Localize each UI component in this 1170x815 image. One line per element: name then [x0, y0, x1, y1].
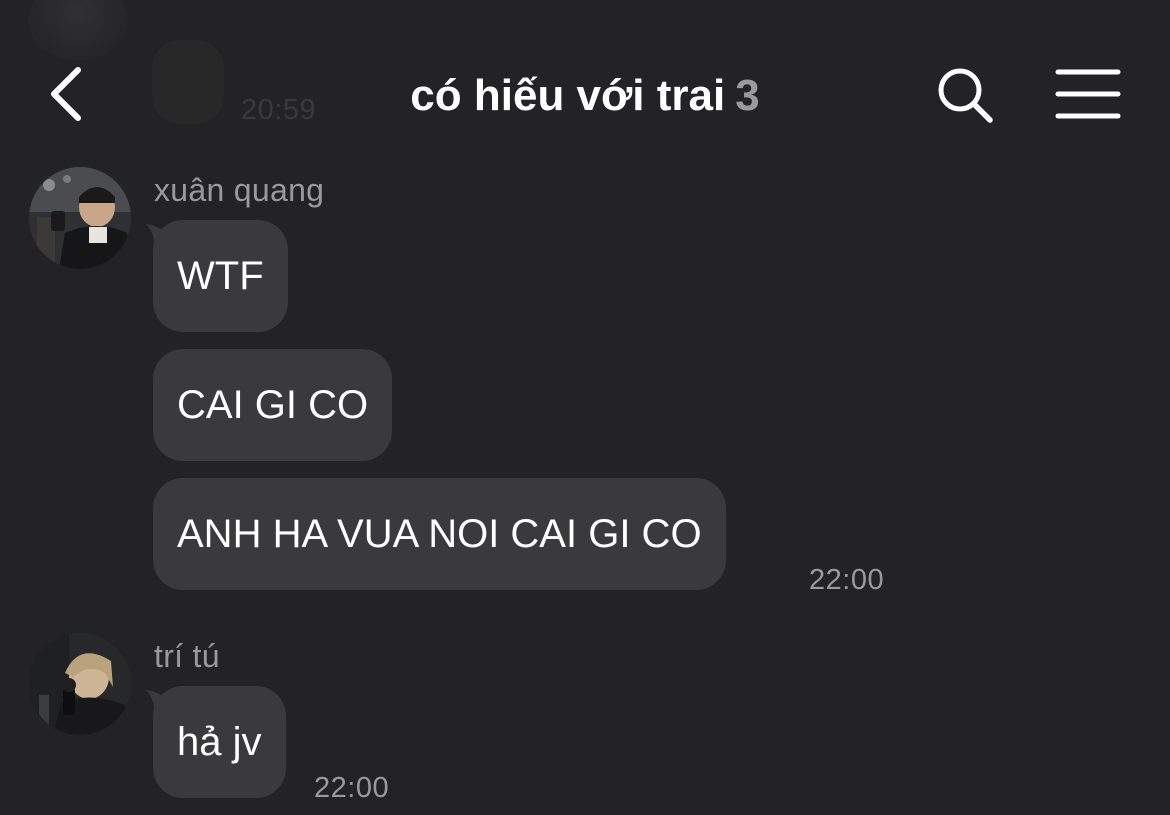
previous-timestamp: 20:59: [241, 94, 317, 126]
message-bubble[interactable]: WTF: [153, 220, 288, 332]
message-bubble[interactable]: ANH HA VUA NOI CAI GI CO: [153, 478, 726, 590]
avatar-xuan-quang[interactable]: [29, 167, 131, 269]
chat-screen: 20:59 có hiếu với trai 3 xuân quang WTF …: [0, 0, 1170, 815]
message-timestamp: 22:00: [809, 564, 885, 596]
back-button[interactable]: [40, 60, 100, 130]
sender-name: xuân quang: [154, 172, 325, 208]
message-bubble[interactable]: CAI GI CO: [153, 349, 393, 461]
menu-button[interactable]: [1052, 64, 1124, 124]
previous-avatar: [28, 0, 128, 60]
search-button[interactable]: [932, 62, 998, 128]
message-timestamp: 22:00: [314, 772, 390, 804]
avatar-photo: [29, 633, 131, 735]
hamburger-menu-icon: [1055, 69, 1121, 119]
group-name: có hiếu với trai: [410, 71, 726, 120]
member-count: 3: [735, 71, 760, 120]
chevron-left-icon: [51, 67, 81, 121]
previous-message-bubble: [152, 40, 224, 124]
avatar-tri-tu[interactable]: [29, 633, 131, 735]
search-icon: [938, 68, 993, 123]
avatar-photo: [29, 167, 131, 269]
message-bubble[interactable]: hả jv: [153, 686, 286, 798]
sender-name: trí tú: [154, 638, 220, 674]
